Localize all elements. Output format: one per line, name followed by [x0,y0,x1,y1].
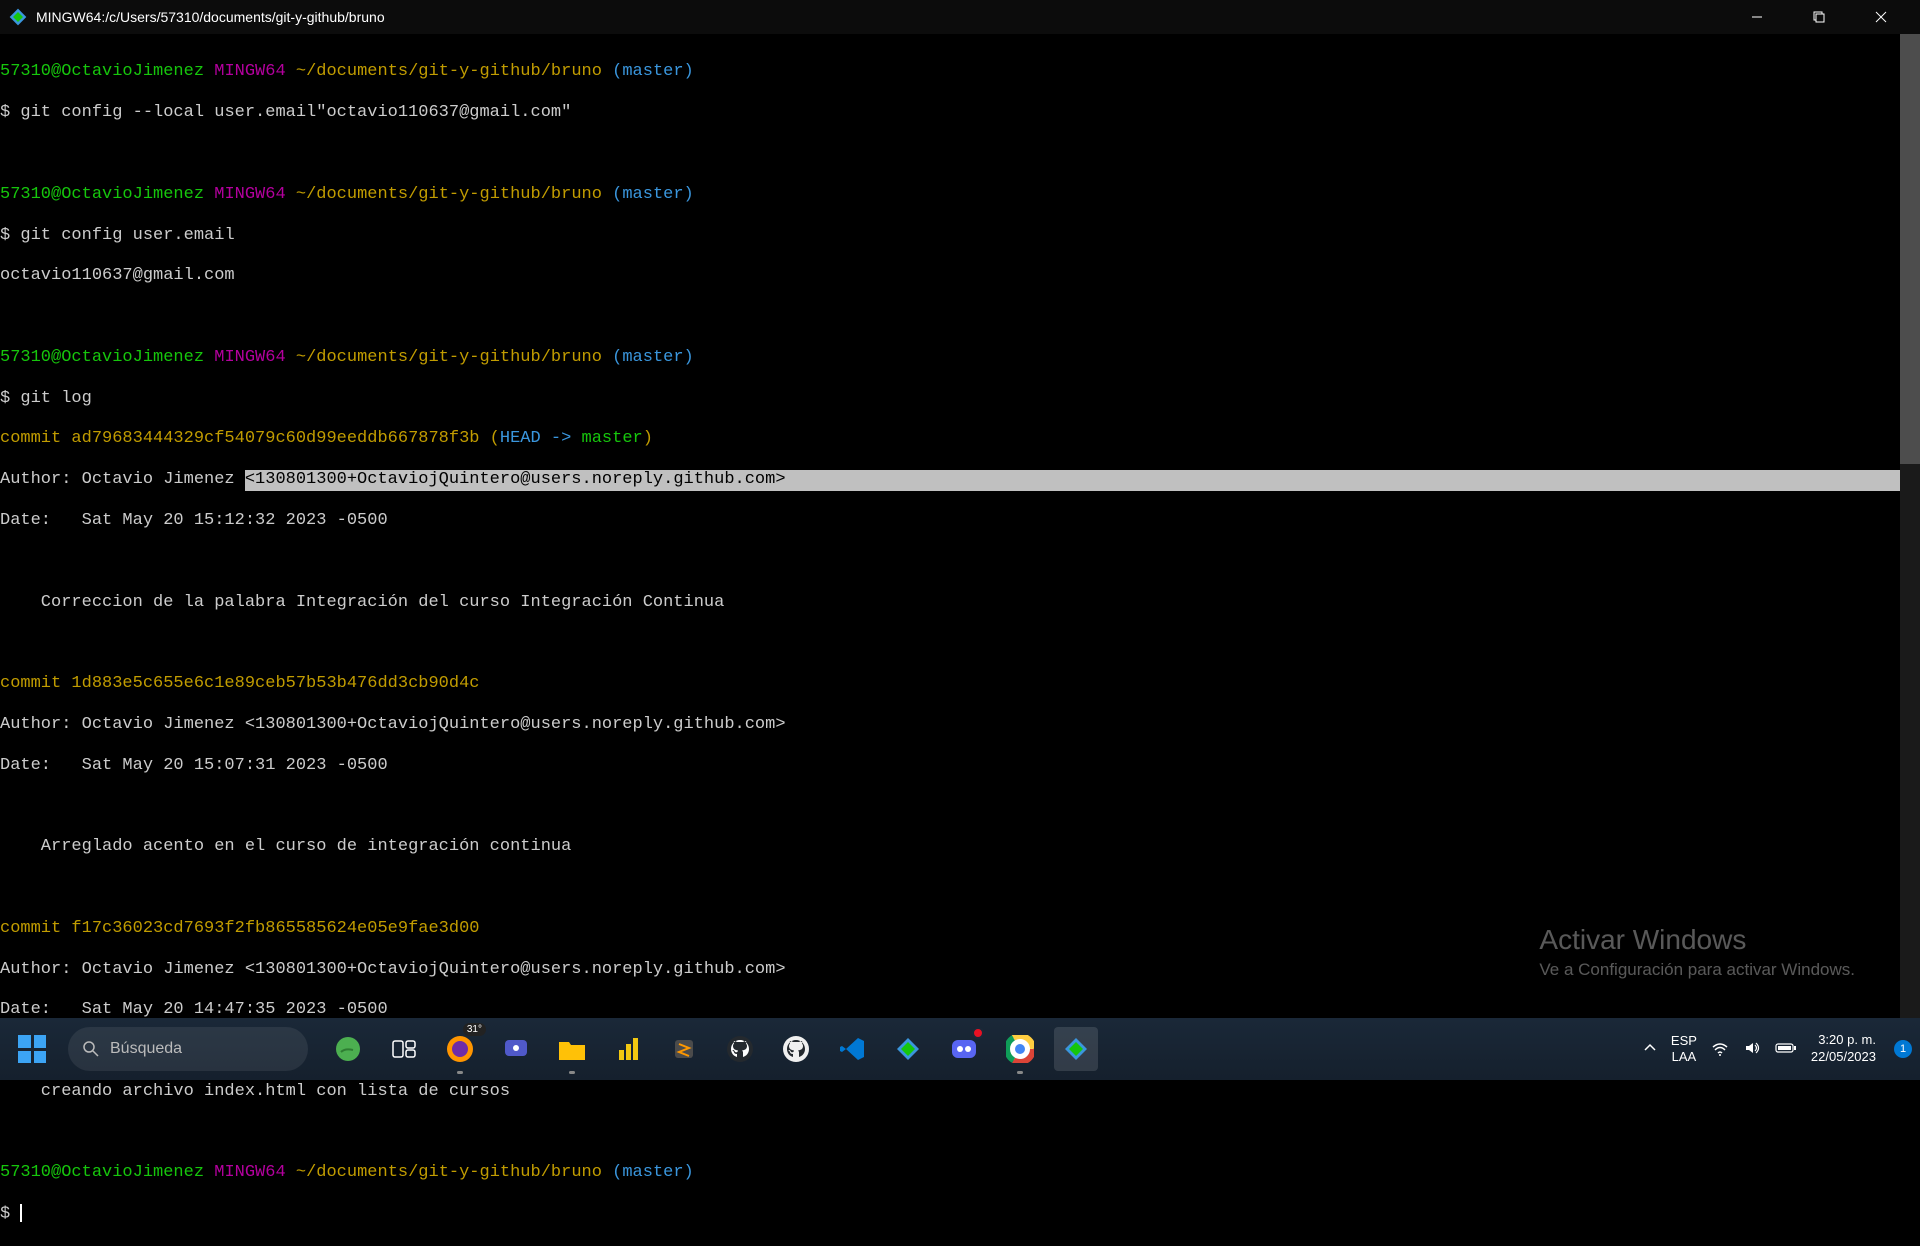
taskbar-discord[interactable] [942,1027,986,1071]
tray-language[interactable]: ESP LAA [1671,1033,1697,1064]
taskbar-search[interactable]: Búsqueda [68,1027,308,1071]
windows-logo-icon [18,1035,46,1063]
commit-sha: commit 1d883e5c655e6c1e89ceb57b53b476dd3… [0,674,1920,694]
commit-message: creando archivo index.html con lista de … [0,1082,1920,1102]
app-icon [8,7,28,27]
taskbar-widgets[interactable] [326,1027,370,1071]
weather-badge: 31° [463,1023,486,1036]
tray-wifi-icon[interactable] [1711,1039,1729,1060]
start-button[interactable] [4,1021,60,1077]
taskbar-apps: 31° [326,1027,1098,1071]
prompt-user: 57310@OctavioJimenez [0,62,204,81]
terminal-cursor [20,1204,22,1222]
commit-message: Correccion de la palabra Integración del… [0,593,1920,613]
tray-notifications[interactable]: 1 [1894,1040,1912,1058]
maximize-button[interactable] [1788,0,1850,34]
system-tray: ESP LAA 3:20 p. m. 22/05/2023 1 [1643,1032,1920,1066]
commit-message: Arreglado acento en el curso de integrac… [0,837,1920,857]
close-button[interactable] [1850,0,1912,34]
tray-date: 22/05/2023 [1811,1049,1876,1066]
prompt-path: ~/documents/git-y-github/bruno [296,62,602,81]
minimize-button[interactable] [1726,0,1788,34]
command-1: git config --local user.email"octavio110… [20,103,571,122]
window-titlebar: MINGW64:/c/Users/57310/documents/git-y-g… [0,0,1920,34]
tray-time: 3:20 p. m. [1811,1032,1876,1049]
taskbar-git-extensions[interactable] [886,1027,930,1071]
taskbar: Búsqueda 31° ESP LAA 3:20 p. m. 22/05/20… [0,1018,1920,1080]
prompt-env: MINGW64 [214,62,285,81]
taskbar-sublime[interactable] [662,1027,706,1071]
window-title: MINGW64:/c/Users/57310/documents/git-y-g… [36,9,1726,25]
prompt-branch: (master) [612,62,694,81]
command-2: git config user.email [20,226,234,245]
commit-author-prefix: Author: Octavio Jimenez [0,470,245,489]
commit-ref-branch: master [582,429,643,448]
terminal-output[interactable]: 57310@OctavioJimenez MINGW64 ~/documents… [0,34,1920,1018]
watermark-subtitle: Ve a Configuración para activar Windows. [1539,960,1855,980]
scrollbar[interactable] [1900,34,1920,1018]
scrollbar-thumb[interactable] [1900,34,1920,464]
commit-ref-head: HEAD -> [500,429,582,448]
search-icon [82,1040,100,1058]
command-2-output: octavio110637@gmail.com [0,266,1920,286]
taskbar-mingw-terminal[interactable] [1054,1027,1098,1071]
taskbar-powerbi[interactable] [606,1027,650,1071]
prompt-sigil: $ [0,103,10,122]
taskbar-vscode[interactable] [830,1027,874,1071]
command-3: git log [20,389,91,408]
commit-author-email-highlighted: <130801300+OctaviojQuintero@users.norepl… [245,470,1920,490]
notification-badge [972,1027,984,1039]
taskbar-github-dark[interactable] [718,1027,762,1071]
commit-date: Date: Sat May 20 15:07:31 2023 -0500 [0,756,1920,776]
commit-date: Date: Sat May 20 15:12:32 2023 -0500 [0,511,1920,531]
tray-volume-icon[interactable] [1743,1039,1761,1060]
tray-battery-icon[interactable] [1775,1041,1797,1058]
windows-activation-watermark: Activar Windows Ve a Configuración para … [1539,924,1855,980]
watermark-title: Activar Windows [1539,924,1855,956]
taskbar-chat[interactable] [494,1027,538,1071]
taskbar-github-light[interactable] [774,1027,818,1071]
commit-sha: commit ad79683444329cf54079c60d99eeddb66… [0,429,479,448]
taskbar-file-explorer[interactable] [550,1027,594,1071]
taskbar-chrome[interactable] [998,1027,1042,1071]
taskbar-firefox[interactable]: 31° [438,1027,482,1071]
commit-author: Author: Octavio Jimenez <130801300+Octav… [0,715,1920,735]
tray-chevron-up-icon[interactable] [1643,1041,1657,1058]
tray-clock[interactable]: 3:20 p. m. 22/05/2023 [1811,1032,1876,1066]
search-placeholder: Búsqueda [110,1040,182,1058]
taskbar-task-view[interactable] [382,1027,426,1071]
